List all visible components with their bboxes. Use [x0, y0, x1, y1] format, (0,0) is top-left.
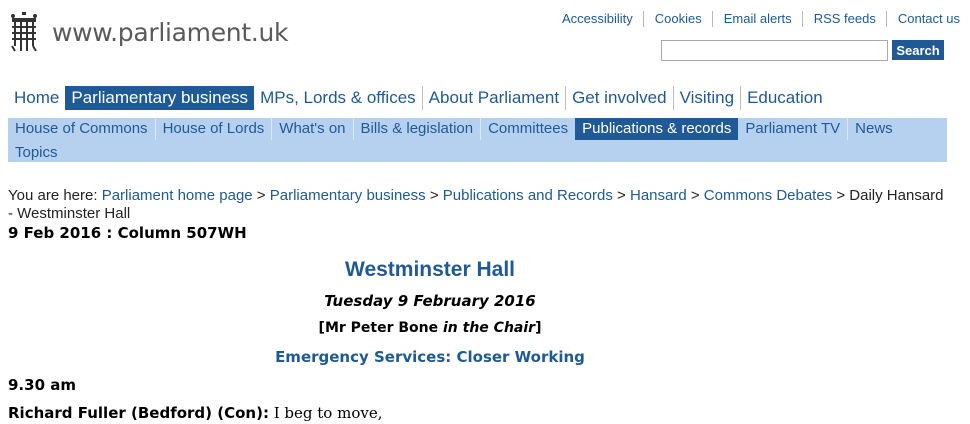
- cookies-link[interactable]: Cookies: [642, 11, 712, 27]
- chair-line: [Mr Peter Bone in the Chair]: [0, 320, 860, 336]
- subnav-news[interactable]: News: [847, 118, 900, 140]
- debate-time: 9.30 am: [8, 376, 76, 394]
- contact-us-link[interactable]: Contact us: [885, 11, 970, 27]
- accessibility-link[interactable]: Accessibility: [551, 11, 643, 27]
- search-button[interactable]: Search: [892, 40, 944, 60]
- speech-text: I beg to move,: [273, 404, 383, 422]
- nav-parliamentary-business[interactable]: Parliamentary business: [65, 86, 255, 110]
- rss-feeds-link[interactable]: RSS feeds: [801, 11, 886, 27]
- breadcrumb-link[interactable]: Publications and Records: [443, 187, 613, 204]
- speaker-name[interactable]: Richard Fuller (Bedford) (Con):: [8, 404, 269, 422]
- chair-bracket: ]: [535, 320, 542, 336]
- debate-title[interactable]: Emergency Services: Closer Working: [0, 348, 860, 366]
- logo-text: www.parliament.uk: [52, 17, 289, 47]
- email-alerts-link[interactable]: Email alerts: [711, 11, 802, 27]
- utility-nav: Accessibility Cookies Email alerts RSS f…: [551, 11, 970, 27]
- breadcrumb-link[interactable]: Commons Debates: [704, 187, 832, 204]
- nav-visiting[interactable]: Visiting: [672, 86, 741, 110]
- nav-mps-lords-offices[interactable]: MPs, Lords & offices: [254, 86, 422, 110]
- subnav-publications-records[interactable]: Publications & records: [575, 118, 739, 140]
- breadcrumb-link[interactable]: Hansard: [630, 187, 687, 204]
- breadcrumb-prefix: You are here:: [8, 187, 98, 204]
- subnav-topics[interactable]: Topics: [8, 142, 65, 164]
- nav-about-parliament[interactable]: About Parliament: [421, 86, 565, 110]
- main-nav: Home Parliamentary business MPs, Lords &…: [8, 86, 829, 110]
- subnav-house-of-commons[interactable]: House of Commons: [8, 118, 155, 140]
- nav-get-involved[interactable]: Get involved: [565, 86, 673, 110]
- subnav-house-of-lords[interactable]: House of Lords: [154, 118, 272, 140]
- breadcrumb-link[interactable]: Parliament home page: [102, 187, 253, 204]
- subnav-parliament-tv[interactable]: Parliament TV: [738, 118, 847, 140]
- sub-nav-row: House of Commons House of Lords What's o…: [8, 118, 947, 140]
- nav-home[interactable]: Home: [8, 86, 65, 110]
- page-title: Westminster Hall: [345, 258, 515, 281]
- portcullis-icon: [11, 12, 37, 52]
- sub-nav: House of Commons House of Lords What's o…: [8, 118, 947, 162]
- sitting-date: Tuesday 9 February 2016: [324, 292, 536, 310]
- column-reference: 9 Feb 2016 : Column 507WH: [8, 224, 247, 242]
- chair-role: in the Chair: [443, 320, 536, 336]
- subnav-whats-on[interactable]: What's on: [271, 118, 352, 140]
- site-logo[interactable]: www.parliament.uk: [8, 12, 289, 52]
- search-input[interactable]: [661, 40, 888, 61]
- breadcrumb-link[interactable]: Parliamentary business: [270, 187, 426, 204]
- breadcrumb: You are here: Parliament home page > Par…: [8, 187, 944, 222]
- chair-name: Mr Peter Bone: [324, 320, 439, 336]
- nav-education[interactable]: Education: [740, 86, 829, 110]
- subnav-committees[interactable]: Committees: [480, 118, 575, 140]
- sub-nav-row: Topics: [8, 142, 947, 164]
- subnav-bills-legislation[interactable]: Bills & legislation: [352, 118, 481, 140]
- speech: Richard Fuller (Bedford) (Con): I beg to…: [8, 404, 382, 422]
